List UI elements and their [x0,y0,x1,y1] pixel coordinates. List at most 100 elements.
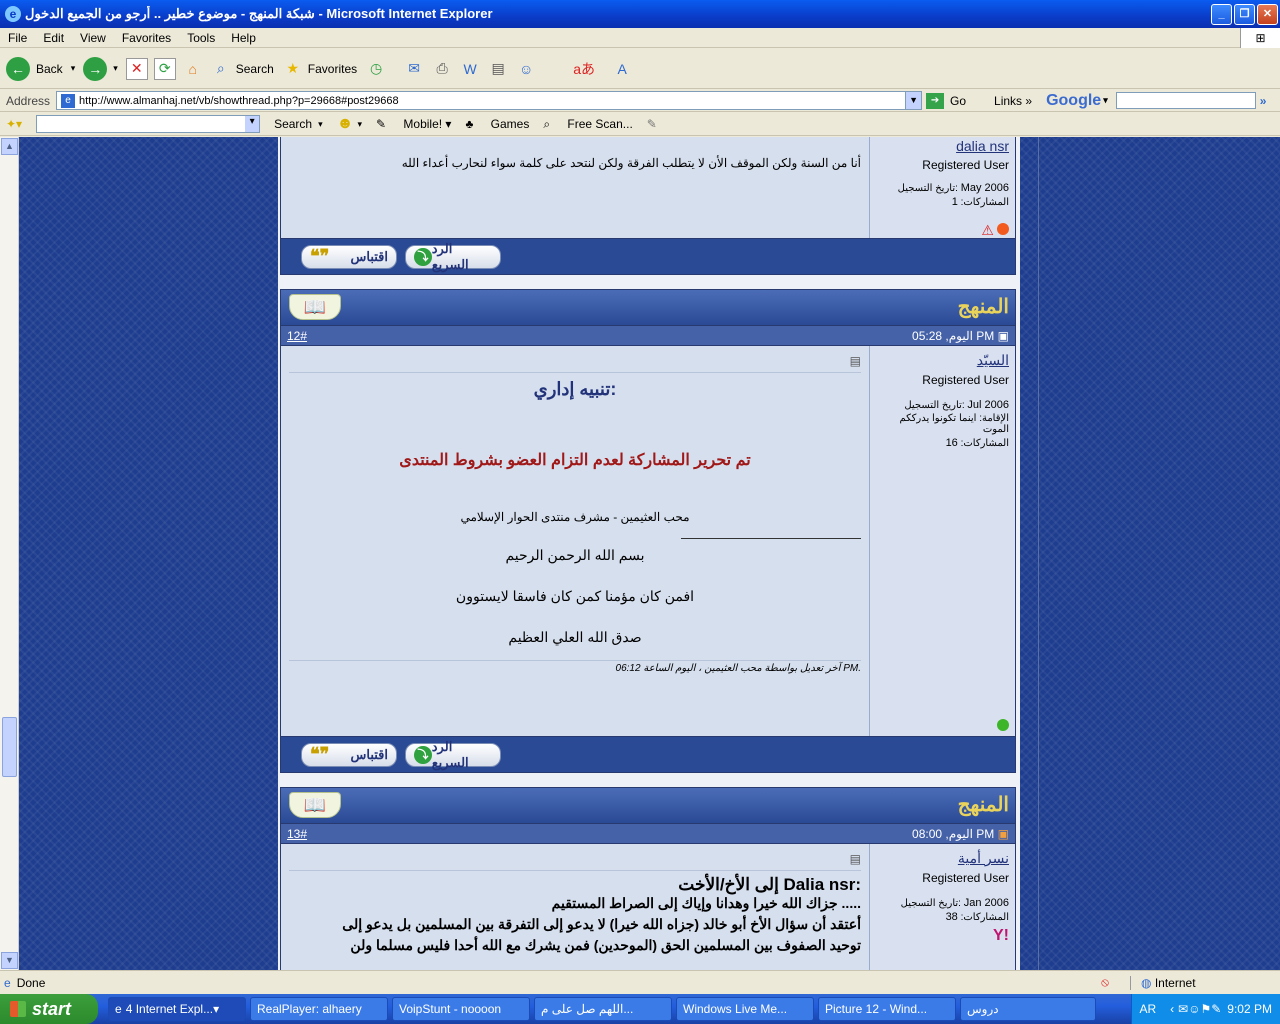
maximize-button[interactable]: ❐ [1234,3,1255,25]
post-footer: ❝❞ اقتباس ⤵ الرد السريع [281,736,1015,772]
home-icon[interactable]: ⌂ [182,58,204,80]
post-info-bar: 13# اليوم, 08:00 PM ▣ [281,824,1015,844]
user-role: Registered User [922,158,1009,172]
menu-edit[interactable]: Edit [35,31,72,45]
post-icon: ▣ [997,826,1009,841]
standard-toolbar: ← Back ▾ → ▾ ✕ ⟳ ⌂ ⌕ Search ★ Favorites … [0,49,1280,89]
taskbar-item-picture[interactable]: Picture 12 - Wind... [818,997,956,1021]
window-title: شبكة المنهج - موضوع خطير .. أرجو من الجم… [25,6,493,21]
menu-tools[interactable]: Tools [179,31,223,45]
taskbar-item-realplayer[interactable]: RealPlayer: alhaery [250,997,388,1021]
report-icon[interactable]: ⚠ [981,222,994,238]
google-search-input[interactable] [1115,92,1256,109]
site-logo: المنهج [957,294,1009,318]
username-link[interactable]: السيّد [876,352,1009,369]
taskbar-item-chat[interactable]: اللهم صل على م... [534,997,672,1021]
forward-button[interactable]: → ▾ [83,56,118,81]
refresh-icon[interactable]: ⟳ [153,57,176,80]
ie-logo-icon: e [5,6,21,22]
quran-book-icon: 📖 [289,294,341,320]
go-button[interactable]: ➔ Go [926,92,966,109]
user-role: Registered User [922,871,1009,885]
stop-icon[interactable]: ✕ [125,57,148,80]
address-label: Address [6,93,51,108]
translate-icon[interactable]: aあ [573,58,595,80]
username-link[interactable]: نسر أمية [876,850,1009,867]
scroll-down-icon[interactable]: ▼ [1,952,18,969]
post-type-icon: ▤ [849,852,861,866]
secondary-toolbar: ✦▾ Search ▾ ☻ ▾ ✎ Mobile! ▾ ♣ Games ⌕ Fr… [0,113,1280,136]
smiley-icon[interactable]: ☻ [337,115,354,133]
print-icon[interactable]: ⎙ [431,58,453,80]
mail-icon[interactable]: ✉ [403,58,425,80]
chevron-right-icon[interactable]: » [1260,94,1267,108]
taskbar: start e 4 Internet Expl... ▾ RealPlayer:… [0,994,1280,1024]
quote-button[interactable]: ❝❞ اقتباس [301,244,397,269]
games-button[interactable]: ♣ Games [465,117,529,131]
taskbar-item-ie[interactable]: e 4 Internet Expl... ▾ [108,997,246,1021]
toolbar-search-button[interactable]: Search [274,117,312,131]
close-button[interactable]: ✕ [1257,3,1278,25]
post-author-info: السيّد Registered User تاريخ التسجيل: Ju… [869,346,1015,736]
toolbar-search-input[interactable] [36,115,261,133]
back-arrow-icon: ← [6,56,30,81]
address-url[interactable]: http://www.almanhaj.net/vb/showthread.ph… [79,95,399,107]
google-toolbar-logo[interactable]: Google ▾ [1046,92,1108,110]
quran-book-icon: 📖 [289,792,341,818]
address-input[interactable]: e http://www.almanhaj.net/vb/showthread.… [56,91,923,110]
taskbar-item-voipstunt[interactable]: VoipStunt - noooon [392,997,530,1021]
quick-reply-button[interactable]: ⤵ الرد السريع [405,739,501,770]
tray-expand-icon[interactable]: ‹ [1170,1002,1174,1016]
scroll-up-icon[interactable]: ▲ [1,138,18,155]
post-type-icon: ▤ [849,354,861,368]
free-scan-button[interactable]: ⌕ Free Scan... [543,117,632,132]
menu-favorites[interactable]: Favorites [114,31,179,45]
username-link[interactable]: dalia nsr [876,138,1009,154]
quick-reply-button[interactable]: ⤵ الرد السريع [405,241,501,272]
taskbar-item-folder[interactable]: دروس [960,997,1096,1021]
yahoo-icon[interactable]: Y! [876,927,1009,945]
chevron-down-icon[interactable]: ▾ [113,63,118,74]
menu-help[interactable]: Help [223,31,264,45]
edit-word-icon[interactable]: W [459,58,481,80]
favorites-button[interactable]: ★ Favorites [282,58,358,80]
edit-warning: تم تحرير المشاركة لعدم التزام العضو بشرو… [399,452,751,469]
user-role: Registered User [922,373,1009,387]
post-number-link[interactable]: 13# [287,827,307,841]
chevron-down-icon[interactable]: ▾ [318,119,323,130]
pen-icon[interactable]: ✎ [647,117,657,131]
popup-blocker-icon[interactable]: ⦸ [1080,975,1130,990]
post-number-link[interactable]: 12# [287,329,307,343]
messenger-icon[interactable]: ☺ [515,58,537,80]
links-button[interactable]: Links » [994,94,1032,108]
left-scrollbar[interactable]: ▲ ▼ [0,137,19,970]
chevron-down-icon[interactable]: ▾ [71,63,76,74]
admin-notice-heading: تنبيه إداري: [533,379,617,399]
search-button[interactable]: ⌕ Search [210,58,274,80]
post-message: أنا من السنة ولكن الموقف الأن لا يتطلب ا… [281,137,869,238]
history-icon[interactable]: ◷ [365,58,387,80]
taskbar-item-messenger[interactable]: Windows Live Me... [676,997,814,1021]
discuss-icon[interactable]: ▤ [487,58,509,80]
toolbar-logo-icon[interactable]: ✦▾ [6,117,22,131]
menu-view[interactable]: View [72,31,114,45]
start-button[interactable]: start [0,994,98,1024]
page-icon: e [61,93,76,108]
mobile-button[interactable]: ✎ Mobile! ▾ [376,117,451,131]
go-arrow-icon: ➔ [926,92,945,109]
post-header: 📖 المنهج [281,788,1015,824]
minimize-button[interactable]: _ [1211,3,1232,25]
language-indicator[interactable]: AR [1140,1002,1157,1016]
web-content: ▲ ▼ dalia nsr Registered User تاريخ التس… [0,137,1280,970]
address-dropdown-icon[interactable]: ▼ [905,92,922,109]
back-button[interactable]: ← Back ▾ [6,56,76,81]
quote-button[interactable]: ❝❞ اقتباس [301,742,397,767]
text-size-icon[interactable]: A [611,58,633,80]
chevron-down-icon[interactable]: ▾ [357,119,362,130]
scroll-thumb[interactable] [2,717,17,777]
menu-file[interactable]: File [0,31,35,45]
post-icon: ▣ [997,328,1009,343]
post-message: ▤ تنبيه إداري: تم تحرير المشاركة لعدم ال… [281,346,869,736]
page-done-icon: e [4,975,11,990]
tray-icons[interactable]: ✉☺⚑✎ [1178,1002,1221,1016]
